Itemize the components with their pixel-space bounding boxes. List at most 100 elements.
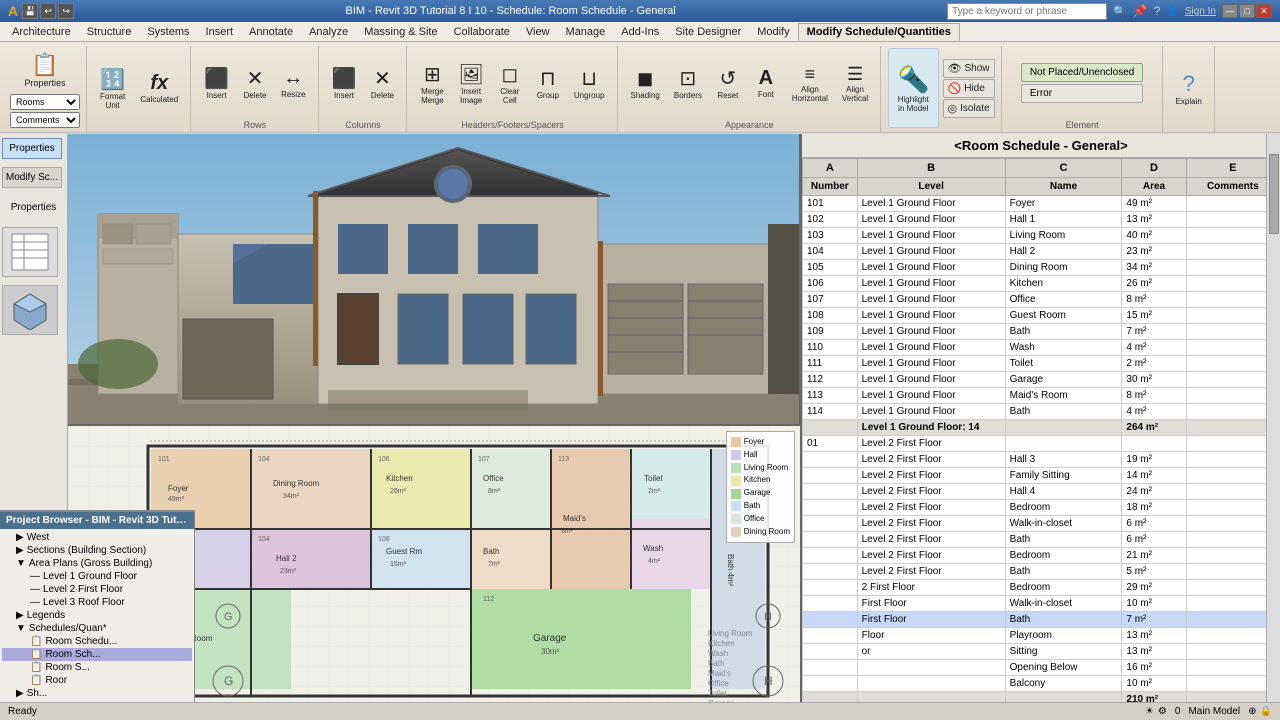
table-row[interactable]: Level 2 First Floor Hall 4 24 m²: [803, 484, 1280, 500]
menu-modify[interactable]: Modify: [749, 24, 797, 40]
tab-modify-schedule[interactable]: Modify Schedule/Quantities: [798, 23, 960, 41]
ribbon-search-input[interactable]: [947, 3, 1107, 20]
table-row[interactable]: 114 Level 1 Ground Floor Bath 4 m²: [803, 404, 1280, 420]
reset-btn[interactable]: ↺ Reset: [710, 62, 746, 104]
table-row[interactable]: 103 Level 1 Ground Floor Living Room 40 …: [803, 228, 1280, 244]
insert-col-btn[interactable]: ⬛ Insert: [326, 62, 363, 104]
explain-btn[interactable]: ? Explain: [1170, 67, 1208, 110]
scroll-thumb[interactable]: [1269, 154, 1279, 234]
table-row[interactable]: First Floor Walk-in-closet 10 m²: [803, 596, 1280, 612]
minimize-btn[interactable]: —: [1222, 4, 1238, 18]
resize-btn[interactable]: ↔ Resize: [275, 63, 311, 103]
not-placed-btn[interactable]: Not Placed/Unenclosed: [1021, 63, 1144, 82]
menu-sitedesigner[interactable]: Site Designer: [667, 24, 749, 40]
ungroup-btn[interactable]: ⊔ Ungroup: [568, 62, 611, 104]
pb-item-l3[interactable]: — Level 3 Roof Floor: [2, 596, 192, 609]
pb-item-room-sch-selected[interactable]: 📋 Room Sch...: [2, 648, 192, 661]
shading-btn[interactable]: ◼ Shading: [625, 62, 666, 104]
table-row[interactable]: Floor Playroom 13 m²: [803, 628, 1280, 644]
delete-row-btn[interactable]: ✕ Delete: [237, 62, 273, 104]
menu-manage[interactable]: Manage: [558, 24, 614, 40]
menu-massing[interactable]: Massing & Site: [356, 24, 445, 40]
menu-addins[interactable]: Add-Ins: [613, 24, 667, 40]
show-btn[interactable]: 👁 Show: [943, 59, 995, 78]
menu-view[interactable]: View: [518, 24, 558, 40]
properties-large-btn[interactable]: 📋 Properties: [18, 48, 71, 92]
pb-item-area-plans[interactable]: ▼ Area Plans (Gross Building): [2, 557, 192, 570]
pb-item-schedules[interactable]: ▼ Schedules/Quan*: [2, 622, 192, 635]
table-row[interactable]: 108 Level 1 Ground Floor Guest Room 15 m…: [803, 308, 1280, 324]
rooms-dropdown[interactable]: Rooms: [10, 94, 80, 110]
restore-btn[interactable]: □: [1239, 4, 1255, 18]
menu-structure[interactable]: Structure: [79, 24, 140, 40]
table-row[interactable]: 110 Level 1 Ground Floor Wash 4 m²: [803, 340, 1280, 356]
font-btn[interactable]: A Font: [748, 63, 784, 103]
table-row[interactable]: Level 2 First Floor Bath 5 m²: [803, 564, 1280, 580]
pb-item-west[interactable]: ▶ West: [2, 531, 192, 544]
error-btn[interactable]: Error: [1021, 84, 1144, 103]
format-unit-btn[interactable]: 🔢 FormatUnit: [94, 63, 131, 114]
highlight-in-model-btn[interactable]: 🔦 Highlightin Model: [888, 48, 938, 128]
comments-dropdown[interactable]: Comments: [10, 112, 80, 128]
redo-btn[interactable]: ↪: [58, 3, 74, 19]
pb-item-l1[interactable]: — Level 1 Ground Floor: [2, 570, 192, 583]
schedule-table[interactable]: A B C D E Number Level Name Area Comment…: [802, 158, 1280, 702]
isolate-btn[interactable]: ◎ Isolate: [943, 99, 995, 118]
table-row[interactable]: Level 2 First Floor Walk-in-closet 6 m²: [803, 516, 1280, 532]
insert-image-btn[interactable]: 🖼 InsertImage: [452, 58, 489, 109]
align-vertical-btn[interactable]: ☰ AlignVertical: [836, 60, 874, 107]
table-row[interactable]: 102 Level 1 Ground Floor Hall 1 13 m²: [803, 212, 1280, 228]
menu-insert[interactable]: Insert: [198, 24, 242, 40]
table-row[interactable]: First Floor Bath 7 m²: [803, 612, 1280, 628]
clear-cell-btn[interactable]: ◻ ClearCell: [492, 58, 528, 109]
table-row[interactable]: Level 2 First Floor Bath 6 m²: [803, 532, 1280, 548]
menu-collaborate[interactable]: Collaborate: [446, 24, 518, 40]
pb-item-roor[interactable]: 📋 Roor: [2, 674, 192, 687]
table-row[interactable]: Opening Below 16 m²: [803, 660, 1280, 676]
viewport-3d[interactable]: [68, 134, 800, 424]
signin-label[interactable]: Sign In: [1185, 6, 1216, 17]
table-row[interactable]: 111 Level 1 Ground Floor Toilet 2 m²: [803, 356, 1280, 372]
pb-item-room-sched-1[interactable]: 📋 Room Schedu...: [2, 635, 192, 648]
table-row[interactable]: 109 Level 1 Ground Floor Bath 7 m²: [803, 324, 1280, 340]
table-row[interactable]: 01 Level 2 First Floor: [803, 436, 1280, 452]
table-row[interactable]: or Sitting 13 m²: [803, 644, 1280, 660]
borders-btn[interactable]: ⊡ Borders: [668, 62, 708, 104]
table-row[interactable]: Level 2 First Floor Bedroom 21 m²: [803, 548, 1280, 564]
table-row[interactable]: 101 Level 1 Ground Floor Foyer 49 m²: [803, 196, 1280, 212]
menu-annotate[interactable]: Annotate: [241, 24, 301, 40]
table-row[interactable]: Level 2 First Floor Bedroom 18 m²: [803, 500, 1280, 516]
3d-view-icon[interactable]: [2, 285, 58, 335]
merge-btn[interactable]: ⊞ MergeMerge: [414, 58, 450, 109]
pb-item-sh[interactable]: ▶ Sh...: [2, 687, 192, 700]
group-btn[interactable]: ⊓ Group: [530, 62, 566, 104]
table-row[interactable]: 107 Level 1 Ground Floor Office 8 m²: [803, 292, 1280, 308]
schedule-scrollbar[interactable]: [1266, 134, 1280, 702]
menu-systems[interactable]: Systems: [139, 24, 197, 40]
pb-item-room-s[interactable]: 📋 Room S...: [2, 661, 192, 674]
table-row[interactable]: Level 2 First Floor Hall 3 19 m²: [803, 452, 1280, 468]
quick-access-btn[interactable]: 💾: [22, 3, 38, 19]
insert-row-btn[interactable]: ⬛ Insert: [198, 62, 235, 104]
pb-item-l2[interactable]: — Level 2 First Floor: [2, 583, 192, 596]
align-horizontal-btn[interactable]: ≡ AlignHorizontal: [786, 60, 834, 107]
hide-btn[interactable]: 🚫 Hide: [943, 79, 995, 98]
close-btn[interactable]: ✕: [1256, 4, 1272, 18]
modify-schedule-btn[interactable]: Modify Sc...: [2, 167, 62, 188]
table-row[interactable]: 104 Level 1 Ground Floor Hall 2 23 m²: [803, 244, 1280, 260]
schedule-view-icon[interactable]: [2, 227, 58, 277]
pb-item-sections[interactable]: ▶ Sections (Building Section): [2, 544, 192, 557]
table-row[interactable]: 210 m²: [803, 692, 1280, 703]
table-row[interactable]: 113 Level 1 Ground Floor Maid's Room 8 m…: [803, 388, 1280, 404]
table-row[interactable]: Balcony 10 m²: [803, 676, 1280, 692]
table-row[interactable]: Level 2 First Floor Family Sitting 14 m²: [803, 468, 1280, 484]
calculated-btn[interactable]: fx Calculated: [134, 68, 184, 108]
menu-architecture[interactable]: Architecture: [4, 24, 79, 40]
table-row[interactable]: 106 Level 1 Ground Floor Kitchen 26 m²: [803, 276, 1280, 292]
properties-btn[interactable]: Properties: [2, 138, 62, 159]
table-row[interactable]: 105 Level 1 Ground Floor Dining Room 34 …: [803, 260, 1280, 276]
pb-item-legends[interactable]: ▶ Legends: [2, 609, 192, 622]
table-row[interactable]: Level 1 Ground Floor: 14 264 m²: [803, 420, 1280, 436]
table-row[interactable]: 112 Level 1 Ground Floor Garage 30 m²: [803, 372, 1280, 388]
undo-btn[interactable]: ↩: [40, 3, 56, 19]
